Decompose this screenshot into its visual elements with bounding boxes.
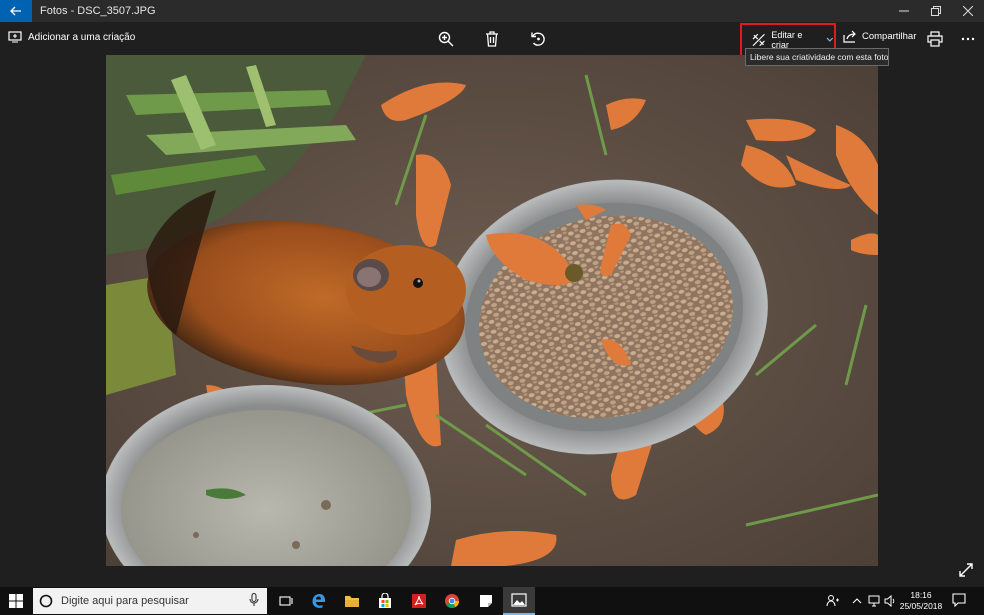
print-icon — [927, 31, 943, 47]
edit-tooltip: Libere sua criatividade com esta foto — [745, 48, 889, 66]
expand-icon — [959, 563, 973, 577]
acrobat-icon — [412, 594, 426, 608]
task-view-button[interactable] — [270, 587, 302, 615]
restore-button[interactable] — [920, 0, 952, 22]
edit-create-icon — [752, 33, 765, 47]
start-button[interactable] — [0, 587, 32, 615]
photo-viewer-image[interactable] — [106, 55, 878, 566]
close-icon — [963, 6, 973, 16]
add-to-creation-button[interactable]: Adicionar a uma criação — [8, 31, 135, 43]
minimize-button[interactable] — [888, 0, 920, 22]
clock-time: 18:16 — [910, 590, 932, 600]
guinea-pig-photo — [106, 55, 878, 566]
taskbar-edge[interactable] — [303, 587, 335, 615]
more-options-button[interactable] — [958, 29, 978, 49]
rotate-icon — [531, 32, 545, 46]
notification-icon — [952, 593, 966, 608]
close-button[interactable] — [952, 0, 984, 22]
fullscreen-button[interactable] — [958, 562, 976, 580]
chevron-down-icon — [826, 37, 834, 42]
minimize-icon — [899, 10, 909, 12]
taskbar-clock[interactable]: 18:16 25/05/2018 — [898, 590, 944, 612]
trash-icon — [486, 31, 498, 47]
windows-taskbar: Digite aqui para pesquisar 18:16 25/05/2… — [0, 587, 984, 615]
taskbar-chrome[interactable] — [436, 587, 468, 615]
people-icon[interactable] — [826, 594, 840, 608]
zoom-in-icon — [438, 31, 454, 47]
edit-and-create-label: Editar e criar — [771, 30, 803, 50]
folder-icon — [345, 596, 359, 607]
volume-icon[interactable] — [884, 595, 896, 607]
search-placeholder: Digite aqui para pesquisar — [61, 595, 189, 607]
add-to-creation-icon — [8, 31, 22, 43]
photos-app-window: Fotos - DSC_3507.JPG Adicionar a uma cri… — [0, 0, 984, 587]
share-button[interactable]: Compartilhar — [843, 30, 916, 43]
edge-icon — [312, 594, 326, 608]
chevron-up-icon[interactable] — [852, 597, 862, 605]
taskbar-acrobat[interactable] — [403, 587, 435, 615]
window-title: Fotos - DSC_3507.JPG — [40, 5, 156, 17]
add-to-creation-label: Adicionar a uma criação — [28, 31, 136, 43]
print-button[interactable] — [925, 29, 945, 49]
delete-button[interactable] — [482, 29, 502, 49]
taskbar-store[interactable] — [369, 587, 401, 615]
network-icon[interactable] — [868, 595, 882, 607]
restore-icon — [931, 6, 941, 16]
taskbar-photos[interactable] — [503, 587, 535, 615]
sticky-notes-icon — [480, 595, 492, 607]
microphone-icon[interactable] — [249, 593, 259, 607]
photos-icon — [511, 593, 527, 607]
taskbar-file-explorer[interactable] — [336, 587, 368, 615]
taskbar-search-box[interactable]: Digite aqui para pesquisar — [33, 588, 267, 614]
action-center-button[interactable] — [952, 593, 966, 612]
zoom-button[interactable] — [436, 29, 456, 49]
cortana-icon — [39, 594, 53, 608]
rotate-button[interactable] — [528, 29, 548, 49]
share-icon — [843, 30, 856, 43]
back-button[interactable] — [0, 0, 32, 22]
chrome-icon — [445, 594, 460, 609]
more-icon — [961, 37, 975, 41]
back-arrow-icon — [10, 6, 21, 16]
title-bar: Fotos - DSC_3507.JPG — [0, 0, 984, 22]
clock-date: 25/05/2018 — [899, 601, 943, 611]
taskbar-sticky-notes[interactable] — [470, 587, 502, 615]
windows-logo-icon — [9, 594, 23, 608]
store-icon — [379, 593, 391, 608]
task-view-icon — [279, 596, 293, 606]
share-label: Compartilhar — [862, 31, 917, 42]
